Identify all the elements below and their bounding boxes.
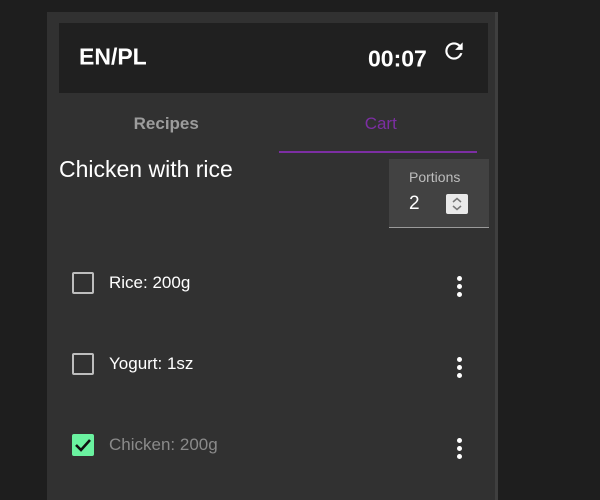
item-checkbox-checked[interactable] xyxy=(72,434,94,456)
more-vert-icon[interactable] xyxy=(450,355,470,381)
tab-cart[interactable]: Cart xyxy=(274,107,489,153)
list-item-yogurt: Yogurt: 1sz xyxy=(71,353,471,383)
timer-display: 00:07 xyxy=(368,45,427,72)
app-panel: EN/PL 00:07 Recipes Cart Chicken with ri… xyxy=(47,12,498,500)
item-label: Chicken: 200g xyxy=(109,435,218,454)
refresh-icon-graphic xyxy=(445,42,463,60)
portions-stepper[interactable] xyxy=(446,194,468,214)
recipe-title: Chicken with rice xyxy=(59,156,233,182)
portions-label: Portions xyxy=(409,169,461,185)
tab-bar: Recipes Cart xyxy=(59,107,488,153)
item-checkbox[interactable] xyxy=(72,353,94,375)
more-vert-icon[interactable] xyxy=(450,274,470,300)
item-label: Yogurt: 1sz xyxy=(109,354,194,373)
list-item-rice: Rice: 200g xyxy=(71,272,471,302)
refresh-icon[interactable] xyxy=(441,38,467,64)
item-checkbox[interactable] xyxy=(72,272,94,294)
check-icon xyxy=(75,439,91,452)
item-label: Rice: 200g xyxy=(109,273,191,292)
tab-recipes[interactable]: Recipes xyxy=(59,107,274,153)
list-item-chicken: Chicken: 200g xyxy=(71,434,471,464)
active-tab-indicator xyxy=(279,151,477,153)
language-toggle[interactable]: EN/PL xyxy=(79,44,147,71)
portions-field[interactable]: Portions 2 xyxy=(389,159,489,228)
portions-value[interactable]: 2 xyxy=(409,193,420,215)
stepper-arrows-icon xyxy=(452,197,462,211)
top-bar: EN/PL 00:07 xyxy=(59,23,488,93)
more-vert-icon[interactable] xyxy=(450,436,470,462)
